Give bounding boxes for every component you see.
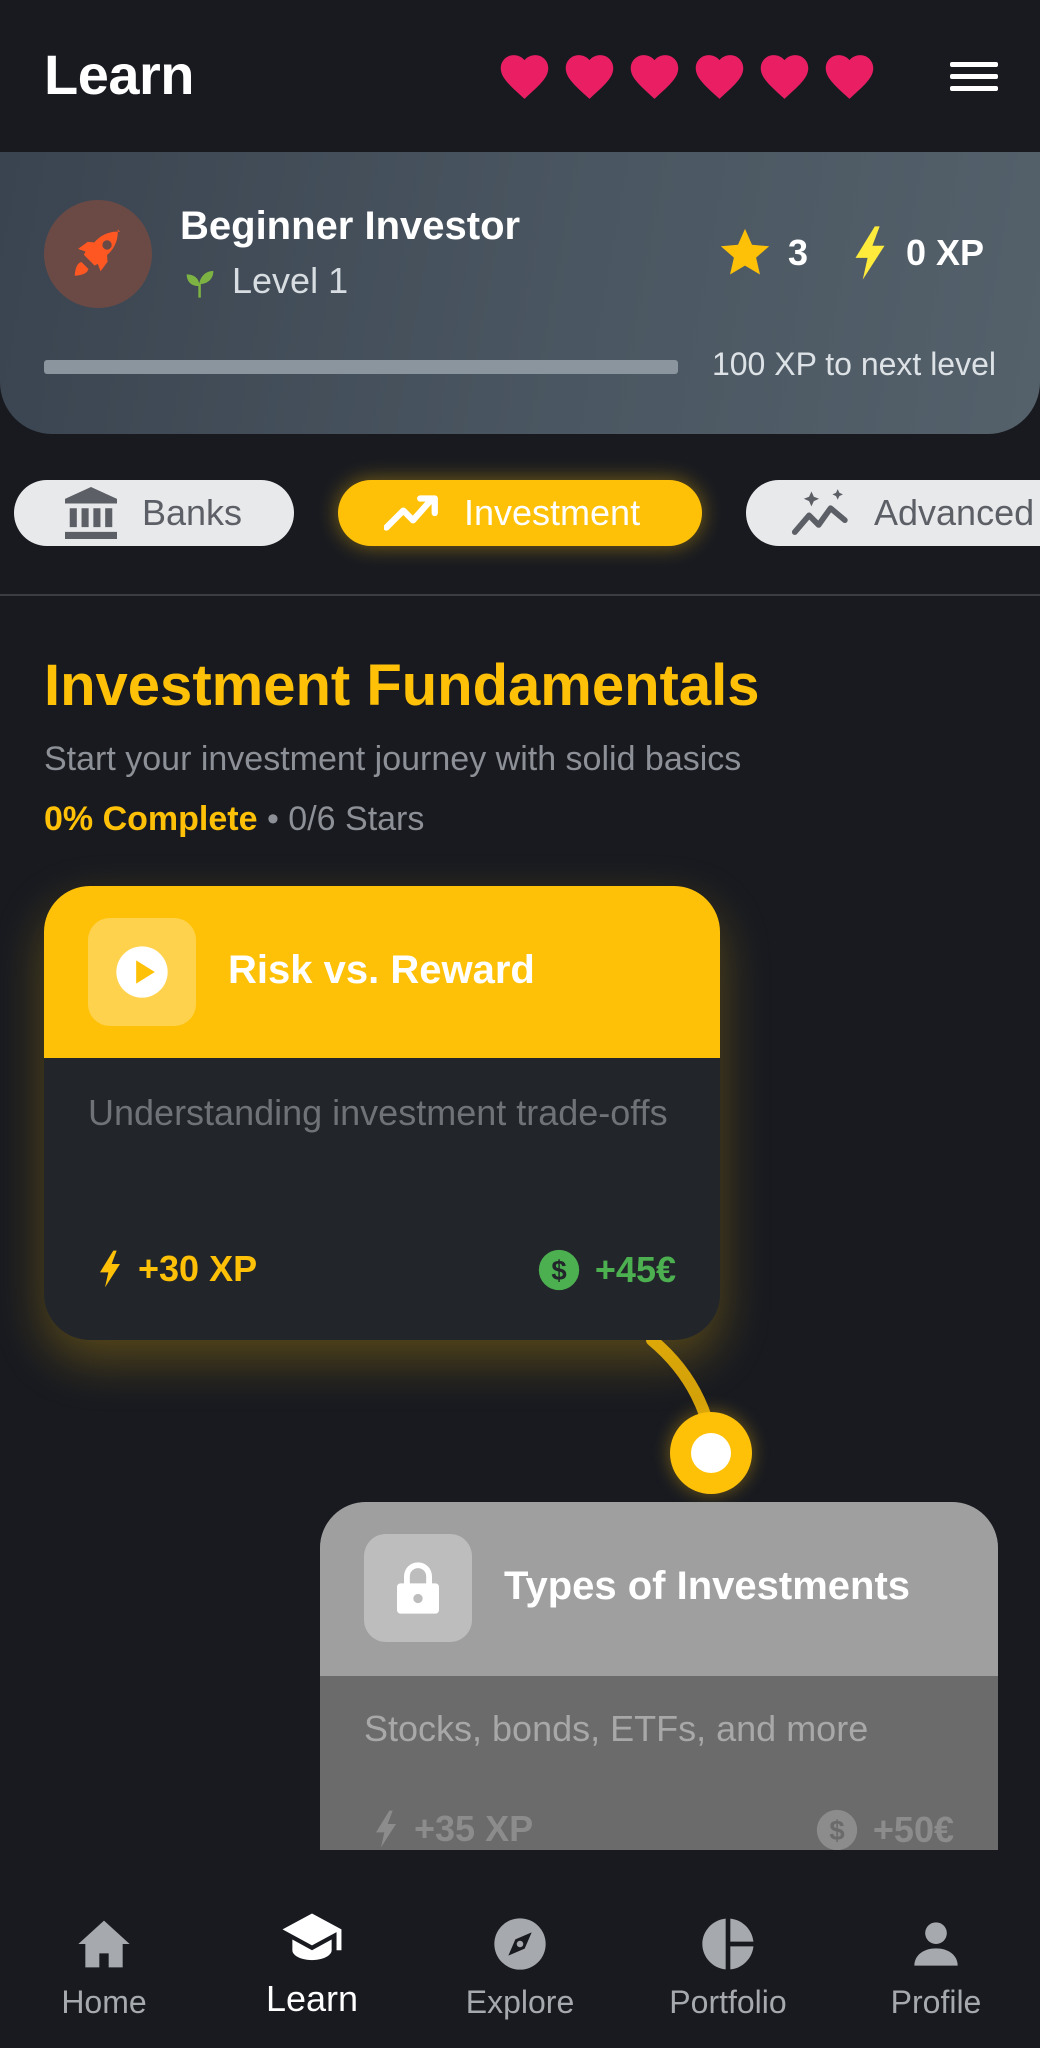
- lesson-money: $ +45€: [537, 1248, 676, 1292]
- pie-chart-icon: [648, 1912, 808, 1976]
- nav-explore[interactable]: Explore: [440, 1912, 600, 2021]
- nav-label: Portfolio: [669, 1984, 787, 2020]
- nav-home[interactable]: Home: [24, 1912, 184, 2021]
- dollar-icon: $: [816, 1809, 858, 1851]
- lesson-xp: +30 XP: [96, 1248, 257, 1290]
- lesson-description: Stocks, bonds, ETFs, and more: [364, 1708, 869, 1749]
- bolt-icon: [376, 1810, 396, 1848]
- person-icon: [856, 1912, 1016, 1976]
- nav-label: Learn: [265, 1978, 359, 2019]
- compass-icon: [440, 1912, 600, 1976]
- money-reward: +50€: [872, 1809, 954, 1850]
- lesson-description: Understanding investment trade-offs: [88, 1092, 668, 1133]
- money-reward: +45€: [594, 1249, 676, 1290]
- nav-profile[interactable]: Profile: [856, 1912, 1016, 2021]
- lesson-xp: +35 XP: [372, 1808, 533, 1850]
- bottom-navigation: Home Learn Explore Portfolio Profile: [0, 1850, 1040, 2048]
- nav-label: Home: [61, 1984, 147, 2020]
- xp-reward: +35 XP: [414, 1808, 534, 1849]
- nav-label: Explore: [465, 1984, 575, 2020]
- nav-learn[interactable]: Learn: [232, 1906, 392, 2020]
- lesson-money: $ +50€: [815, 1808, 954, 1852]
- xp-reward: +30 XP: [138, 1248, 258, 1289]
- lesson-card-risk-vs-reward[interactable]: Risk vs. Reward Understanding investment…: [44, 886, 720, 1340]
- graduation-cap-icon: [232, 1906, 392, 1970]
- lesson-title: Risk vs. Reward: [228, 948, 535, 992]
- bolt-icon: [100, 1250, 120, 1288]
- nav-label: Profile: [890, 1984, 982, 2020]
- home-icon: [24, 1912, 184, 1976]
- lesson-card-types-of-investments[interactable]: Types of Investments Stocks, bonds, ETFs…: [320, 1502, 998, 1862]
- lock-icon: [397, 1562, 439, 1614]
- svg-text:$: $: [551, 1255, 566, 1286]
- play-button[interactable]: [88, 918, 196, 1026]
- dollar-icon: $: [538, 1249, 580, 1291]
- path-node: [670, 1412, 752, 1494]
- lesson-header: Risk vs. Reward: [44, 886, 720, 1058]
- lesson-header: Types of Investments: [320, 1502, 998, 1676]
- play-icon: [116, 946, 168, 998]
- svg-text:$: $: [829, 1815, 844, 1846]
- lock-badge: [364, 1534, 472, 1642]
- nav-portfolio[interactable]: Portfolio: [648, 1912, 808, 2021]
- lesson-title: Types of Investments: [504, 1564, 911, 1608]
